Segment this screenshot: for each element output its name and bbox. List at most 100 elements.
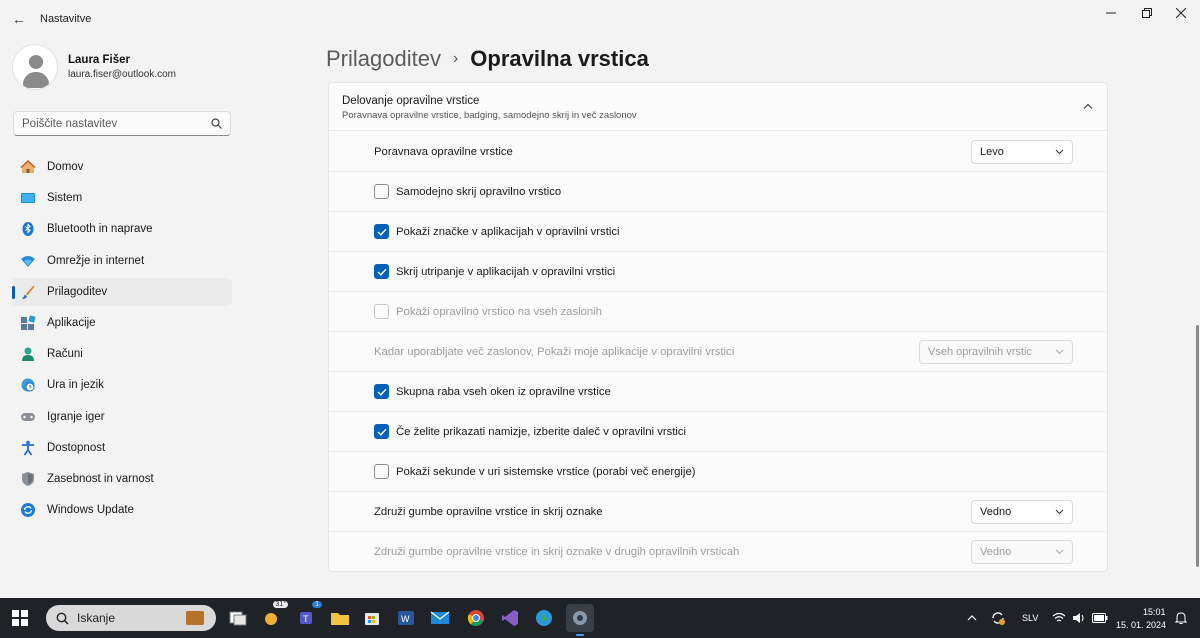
tray-time[interactable]: 15:01 [1143,607,1166,617]
active-app-indicator [576,634,584,636]
profile-email: laura.fiser@outlook.com [68,69,176,80]
battery-tray-button[interactable] [1090,606,1110,630]
minimize-button[interactable] [1092,0,1130,26]
dropdown-value: Vseh opravilnih vrstic [928,346,1032,358]
breadcrumb-parent[interactable]: Prilagoditev [326,46,441,72]
weather-widget[interactable]: 31° [260,601,288,630]
badges-checkbox[interactable] [374,224,389,239]
close-icon [1176,8,1186,18]
weather-temp: 31° [273,601,288,608]
breadcrumb-separator: › [452,50,459,67]
chrome-button[interactable] [464,606,488,630]
sidebar-item-home[interactable]: Domov [12,153,232,181]
speaker-icon [1073,613,1084,623]
teams-icon: T [300,612,312,624]
start-button[interactable] [8,606,32,630]
gear-icon [573,611,587,625]
chevron-up-icon[interactable] [1079,97,1097,115]
setting-row-autohide: Samodejno skrij opravilno vrstico [329,172,1107,212]
teams-badge: 1 [312,601,322,608]
search-input[interactable]: Poiščite nastavitev [13,111,231,136]
task-view-button[interactable] [226,606,250,630]
close-button[interactable] [1162,0,1200,26]
gamepad-icon [20,409,36,425]
breadcrumb: Prilagoditev › Opravilna vrstica [326,46,649,72]
notifications-button[interactable] [1172,606,1190,630]
volume-tray-button[interactable] [1070,606,1088,630]
setting-label: Pokaži opravilno vrstico na vseh zasloni… [396,305,602,318]
store-button[interactable] [360,606,384,630]
restore-icon [1142,8,1152,18]
back-button[interactable]: ← [8,8,30,30]
title-bar: ← Nastavitve [0,0,1200,38]
setting-label: Samodejno skrij opravilno vrstico [396,185,562,198]
sidebar-item-accounts[interactable]: Računi [12,340,232,368]
setting-row-flashing: Skrij utripanje v aplikacijah v opraviln… [329,252,1107,292]
sidebar-item-accessibility[interactable]: Dostopnost [12,434,232,462]
setting-row-alignment: Poravnava opravilne vrstice Levo [329,132,1107,172]
scrollbar[interactable] [1196,325,1199,567]
sidebar-item-label: Igranje iger [47,410,105,423]
bell-icon [1175,612,1187,624]
svg-text:W: W [401,614,410,624]
autohide-checkbox[interactable] [374,184,389,199]
sidebar-item-label: Prilagoditev [47,285,108,298]
alignment-dropdown[interactable]: Levo [971,140,1073,164]
file-explorer-button[interactable] [328,606,352,630]
taskbar: Iskanje 31° T 1 W SLV 15:01 15. 01. 2024 [0,598,1200,638]
chevron-down-icon [1055,349,1064,355]
flashing-checkbox[interactable] [374,264,389,279]
taskbar-search[interactable]: Iskanje [46,605,216,631]
far-corner-checkbox[interactable] [374,424,389,439]
word-button[interactable]: W [394,606,418,630]
sidebar-item-personalization[interactable]: Prilagoditev [12,277,232,306]
sidebar-item-bluetooth[interactable]: Bluetooth in naprave [12,215,232,243]
language-indicator[interactable]: SLV [1022,613,1038,623]
tray-date[interactable]: 15. 01. 2024 [1116,620,1166,630]
sidebar-item-apps[interactable]: Aplikacije [12,309,232,337]
mail-icon [430,611,450,624]
sidebar-item-windows-update[interactable]: Windows Update [12,496,232,524]
dropdown-value: Levo [980,146,1004,158]
sidebar-item-label: Ura in jezik [47,379,104,392]
sidebar-item-label: Bluetooth in naprave [47,223,153,236]
globe-clock-icon [20,377,36,393]
user-profile[interactable]: Laura Fišer laura.fiser@outlook.com [12,44,176,90]
checkmark-icon [377,388,387,396]
dropdown-value: Vedno [980,546,1012,558]
show-hidden-icons-button[interactable] [964,606,980,630]
visual-studio-button[interactable] [498,606,522,630]
sidebar-item-label: Windows Update [47,504,134,517]
globe-app-button[interactable] [532,606,556,630]
home-icon [20,159,36,175]
weather-sun-icon [265,613,277,625]
setting-row-share-windows: Skupna raba vseh oken iz opravilne vrsti… [329,372,1107,412]
settings-app-button[interactable] [566,604,594,632]
mail-button[interactable] [428,606,452,630]
apps-icon [20,315,36,331]
sidebar-item-privacy[interactable]: Zasebnost in varnost [12,465,232,493]
restore-button[interactable] [1128,0,1166,26]
sidebar-item-label: Sistem [47,192,83,205]
sync-status-button[interactable] [988,606,1008,630]
setting-label: Pokaži značke v aplikacijah v opravilni … [396,225,620,238]
share-windows-checkbox[interactable] [374,384,389,399]
combine-dropdown[interactable]: Vedno [971,500,1073,524]
bluetooth-icon [20,221,36,237]
sidebar-item-gaming[interactable]: Igranje iger [12,403,232,431]
teams-button[interactable]: T 1 [296,601,322,630]
checkmark-icon [377,428,387,436]
sidebar-item-network[interactable]: Omrežje in internet [12,247,232,275]
sidebar-item-system[interactable]: Sistem [12,184,232,212]
setting-label: Poravnava opravilne vrstice [374,145,513,158]
chevron-down-icon [1055,149,1064,155]
update-icon [20,502,36,518]
network-tray-button[interactable] [1050,606,1068,630]
sidebar-item-time-language[interactable]: Ura in jezik [12,371,232,399]
taskbar-search-label: Iskanje [77,611,116,625]
chrome-icon [467,610,484,626]
sidebar-item-label: Zasebnost in varnost [47,472,154,485]
section-header[interactable]: Delovanje opravilne vrstice Poravnava op… [329,83,1107,131]
setting-row-all-displays: Pokaži opravilno vrstico na vseh zasloni… [329,292,1107,332]
seconds-checkbox[interactable] [374,464,389,479]
